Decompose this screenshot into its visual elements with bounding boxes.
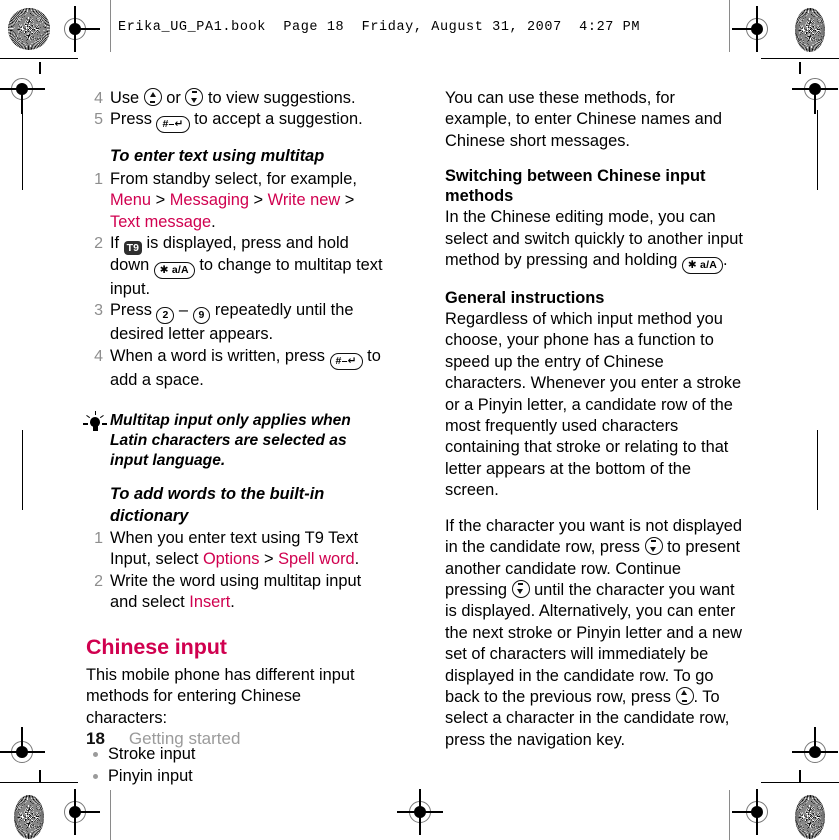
star-key-icon: ✱ a/A [681,257,723,275]
page-footer: 18 Getting started [86,729,240,749]
step-number: 2 [94,572,103,590]
path-separator: > [248,191,268,210]
continued-step-list: 4 Use or to view suggestions. 5 Press #–↵ … [86,88,386,134]
list-item: 1 When you enter text using T9 Text Input… [86,528,386,571]
link-text-message[interactable]: Text message [110,213,211,231]
step-number: 2 [94,235,103,253]
document-page: 4 Use or to view suggestions. 5 Press #–↵ … [0,0,839,840]
step-number: 4 [94,347,103,365]
heading-general-instructions: General instructions [445,289,605,308]
step-text: Write the word using multitap input and … [110,571,362,612]
step-text: When you enter text using T9 Text Input,… [110,529,360,569]
link-insert[interactable]: Insert [189,593,230,611]
chinese-input-methods-list: Stroke input Pinyin input [86,743,386,787]
path-separator: > [151,191,170,210]
left-column: 4 Use or to view suggestions. 5 Press #–↵ … [83,88,386,787]
step-number: 1 [94,530,103,548]
chapter-name: Getting started [128,729,241,748]
path-separator: > [259,550,279,569]
link-write-new[interactable]: Write new [268,191,341,209]
step-text: Use or to view suggestions. [110,88,356,107]
heading-switching-chinese-input-methods: Switching between Chinese input methods [445,167,706,206]
chinese-input-intro: This mobile phone has different input me… [86,665,355,727]
path-separator: > [340,191,355,210]
tip-callout: Multitap input only applies when Latin c… [83,411,386,471]
nav-down-key-icon [511,579,530,598]
list-item: 1 From standby select, for example, Menu … [86,169,386,233]
list-item: 4 Use or to view suggestions. [86,88,386,109]
link-messaging[interactable]: Messaging [170,191,249,209]
t9-indicator-icon: T9 [123,241,142,256]
link-spell-word[interactable]: Spell word [278,550,355,568]
chinese-methods-usage-paragraph: You can use these methods, for example, … [445,89,722,150]
step-text: From standby select, for example, Menu >… [110,169,357,231]
step-text: Press 2 – 9 repeatedly until the desired… [110,301,354,344]
step-text: When a word is written, press #–↵ to add… [110,346,381,389]
nav-up-key-icon [143,88,162,106]
list-item: 2 If T9 is displayed, press and hold down… [86,233,386,300]
general-instructions-paragraph-2: If the character you want is not display… [445,516,743,749]
link-menu[interactable]: Menu [110,191,151,209]
step-number: 1 [94,170,103,188]
key-9-icon: 9 [192,307,211,325]
multitap-step-list: 1 From standby select, for example, Menu … [86,169,386,391]
page-number: 18 [86,729,105,748]
nav-down-key-icon [644,537,663,556]
list-item: 5 Press #–↵ to accept a suggestion. [86,109,386,134]
list-item: 4 When a word is written, press #–↵ to ad… [86,346,386,391]
star-key-icon: ✱ a/A [153,262,195,280]
heading-to-add-words-to-dictionary: To add words to the built-in dictionary [110,485,325,525]
switching-body: In the Chinese editing mode, you can sel… [445,207,745,275]
nav-down-key-icon [185,88,204,106]
link-options[interactable]: Options [203,550,260,568]
step-text: If T9 is displayed, press and hold down … [110,234,383,299]
right-column: You can use these methods, for example, … [445,88,745,765]
step-number: 5 [94,111,103,129]
key-2-icon: 2 [156,307,175,325]
list-item: Pinyin input [86,765,386,787]
tip-text: Multitap input only applies when Latin c… [110,412,351,470]
nav-up-key-icon [675,686,694,705]
heading-to-enter-text-using-multitap: To enter text using multitap [110,147,325,166]
hash-key-icon: #–↵ [156,116,190,134]
hash-key-icon: #–↵ [329,352,363,370]
step-number: 3 [94,302,103,320]
general-instructions-paragraph-1: Regardless of which input method you cho… [445,310,742,500]
dictionary-step-list: 1 When you enter text using T9 Text Input… [86,528,386,614]
step-number: 4 [94,90,103,107]
heading-chinese-input: Chinese input [86,634,227,659]
list-item: 2 Write the word using multitap input and… [86,571,386,614]
list-item: 3 Press 2 – 9 repeatedly until the desire… [86,300,386,345]
step-text: Press #–↵ to accept a suggestion. [110,110,363,134]
lightbulb-icon [83,411,107,435]
